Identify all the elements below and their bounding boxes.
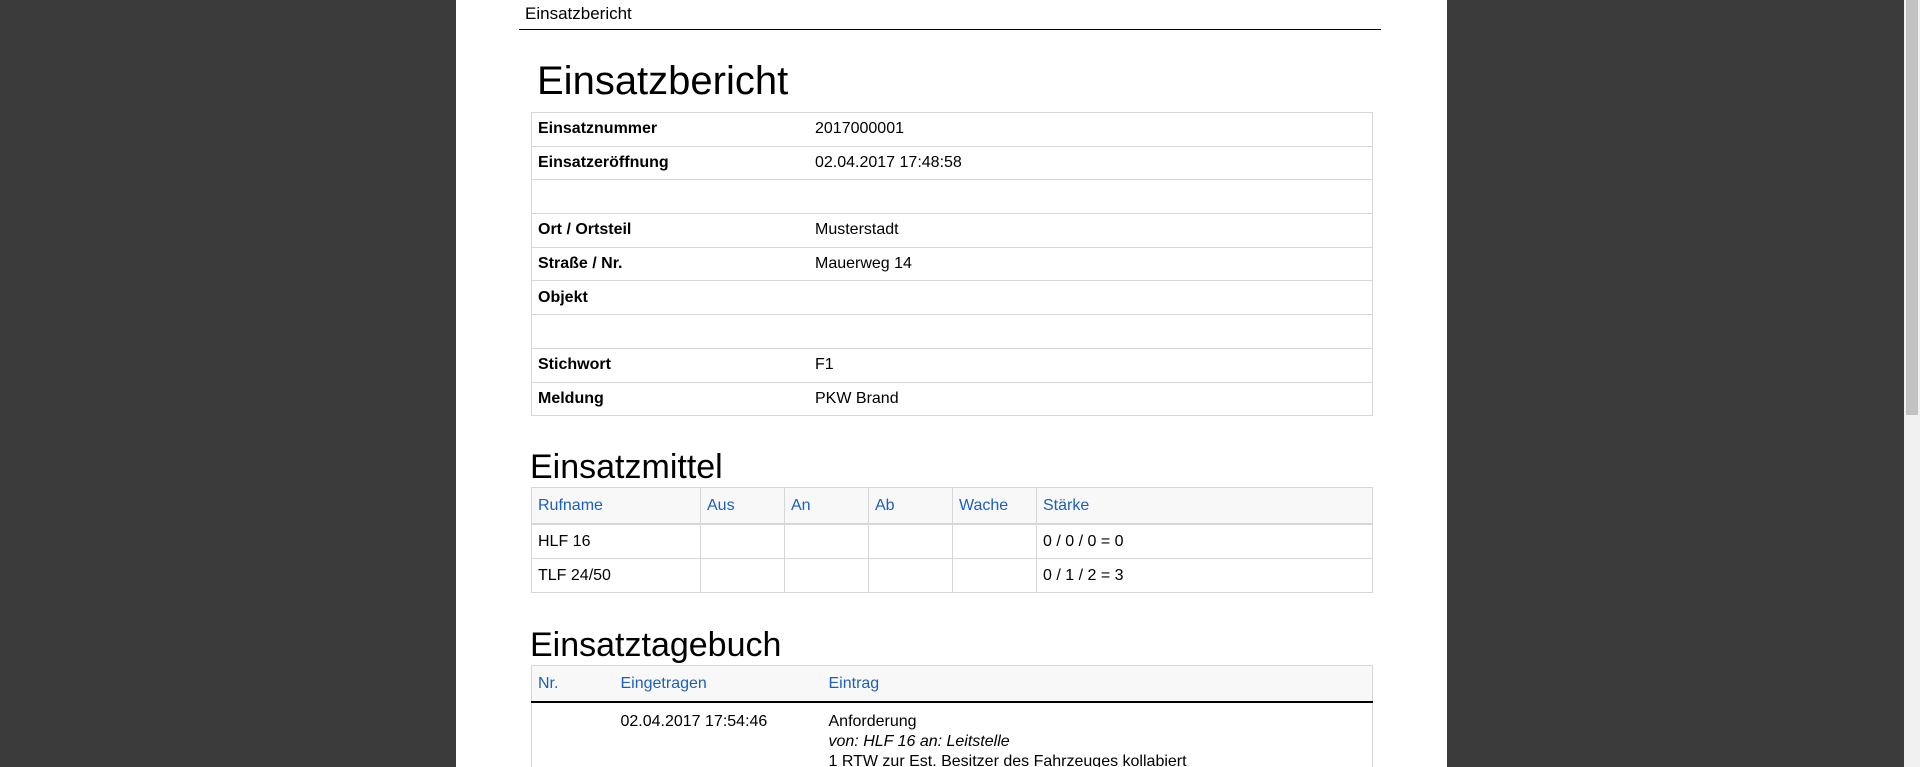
- entry-meta: von: HLF 16 an: Leitstelle: [828, 733, 1010, 750]
- table-row: [531, 179, 1373, 214]
- table-row: Einsatznummer 2017000001: [532, 113, 1373, 147]
- field-label: Straße / Nr.: [531, 246, 809, 281]
- field-value: 02.04.2017 17:48:58: [809, 145, 1373, 180]
- running-header-title: Einsatzbericht: [525, 4, 632, 23]
- vertical-scrollbar[interactable]: [1904, 0, 1920, 767]
- cell-an: [784, 523, 869, 559]
- table-row: Meldung PKW Brand: [531, 381, 1373, 416]
- entry-text: 1 RTW zur Est. Besitzer des Fahrzeuges k…: [828, 753, 1187, 767]
- table-row: [531, 314, 1373, 349]
- field-value: 2017000001: [815, 120, 904, 138]
- report-info-table: Einsatznummer 2017000001 Einsatzeröffnun…: [531, 112, 1373, 417]
- table-header-row: Nr. Eingetragen Eintrag: [531, 665, 1373, 703]
- table-row: TLF 24/50 0 / 1 / 2 = 3: [531, 558, 1373, 593]
- column-header-an[interactable]: An: [784, 487, 869, 525]
- cell-rufname: HLF 16: [531, 523, 701, 559]
- field-value: [809, 179, 1373, 214]
- cell-wache: [952, 523, 1037, 559]
- table-row: Stichwort F1: [531, 347, 1373, 382]
- field-label: Ort / Ortsteil: [531, 213, 809, 248]
- cell-aus: [700, 558, 785, 593]
- cell-aus: [700, 523, 785, 559]
- field-label: Meldung: [531, 381, 809, 416]
- column-header-ab[interactable]: Ab: [868, 487, 953, 525]
- entry-time: 02.04.2017 17:54:46: [620, 713, 768, 730]
- column-header-aus[interactable]: Aus: [700, 487, 785, 525]
- cell-ab: [868, 558, 953, 593]
- table-row: Ort / Ortsteil Musterstadt: [531, 213, 1373, 248]
- cell-staerke: 0 / 0 / 0 = 0: [1036, 523, 1373, 559]
- cell-rufname: TLF 24/50: [531, 558, 701, 593]
- entry-content: Anforderung von: HLF 16 an: Leitstelle 1…: [823, 702, 1373, 767]
- column-header-nr[interactable]: Nr.: [531, 665, 615, 703]
- column-header-staerke[interactable]: Stärke: [1036, 487, 1373, 525]
- field-value: Mauerweg 14: [809, 246, 1373, 281]
- field-value: PKW Brand: [809, 381, 1373, 416]
- field-label: Stichwort: [531, 347, 809, 382]
- entry-nr: [532, 702, 615, 767]
- field-label: Objekt: [531, 280, 809, 315]
- table-row: 02.04.2017 17:54:46 Anforderung von: HLF…: [532, 702, 1373, 767]
- table-row: Straße / Nr. Mauerweg 14: [531, 246, 1373, 281]
- running-header: Einsatzbericht: [519, 0, 1381, 30]
- field-label: [531, 314, 809, 349]
- field-label: Einsatznummer: [538, 120, 658, 138]
- field-value: Musterstadt: [809, 213, 1373, 248]
- cell-wache: [952, 558, 1037, 593]
- einsatzmittel-heading: Einsatzmittel: [530, 448, 723, 486]
- scrollbar-thumb[interactable]: [1906, 0, 1918, 415]
- table-row: Einsatzeröffnung 02.04.2017 17:48:58: [531, 145, 1373, 180]
- field-label: [531, 179, 809, 214]
- table-row: Objekt: [531, 280, 1373, 315]
- einsatztagebuch-table: Nr. Eingetragen Eintrag 02.04.2017 17:54…: [531, 665, 1373, 767]
- cell-an: [784, 558, 869, 593]
- field-value: [809, 314, 1373, 349]
- table-row: HLF 16 0 / 0 / 0 = 0: [531, 523, 1373, 559]
- column-header-eingetragen[interactable]: Eingetragen: [614, 665, 823, 703]
- column-header-rufname[interactable]: Rufname: [531, 487, 701, 525]
- einsatzmittel-table: Rufname Aus An Ab Wache Stärke HLF 16 0 …: [531, 487, 1373, 593]
- field-label: Einsatzeröffnung: [531, 145, 809, 180]
- page-title: Einsatzbericht: [537, 59, 789, 103]
- entry-title: Anforderung: [828, 713, 917, 730]
- document-page: Einsatzbericht Einsatzbericht Einsatznum…: [456, 0, 1447, 767]
- field-value: F1: [809, 347, 1373, 382]
- cell-ab: [868, 523, 953, 559]
- column-header-wache[interactable]: Wache: [952, 487, 1037, 525]
- field-value: [809, 280, 1373, 315]
- table-header-row: Rufname Aus An Ab Wache Stärke: [531, 487, 1373, 525]
- einsatztagebuch-heading: Einsatztagebuch: [530, 626, 782, 664]
- cell-staerke: 0 / 1 / 2 = 3: [1036, 558, 1373, 593]
- column-header-eintrag[interactable]: Eintrag: [822, 665, 1373, 703]
